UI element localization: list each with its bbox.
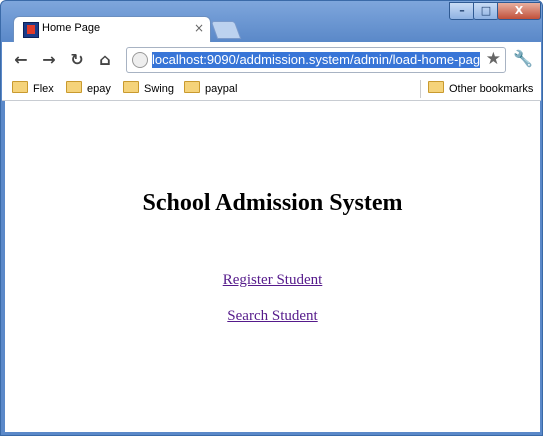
new-tab-button[interactable] (210, 21, 242, 39)
bookmark-paypal[interactable]: paypal (184, 81, 237, 97)
folder-icon (66, 81, 82, 93)
search-student-link[interactable]: Search Student (227, 308, 317, 324)
reload-icon[interactable]: ↻ (66, 49, 88, 71)
register-student-link[interactable]: Register Student (223, 272, 323, 288)
folder-icon (12, 81, 28, 93)
title-bar: – □ X Home Page × (1, 1, 542, 43)
register-student-item: Register Student (5, 272, 540, 289)
other-bookmarks[interactable]: Other bookmarks (428, 81, 533, 97)
bookmarks-divider (420, 80, 421, 98)
maximize-button[interactable]: □ (473, 2, 499, 20)
folder-icon (184, 81, 200, 93)
address-bar[interactable]: localhost:9090/addmission.system/admin/l… (126, 47, 506, 73)
wrench-icon[interactable]: 🔧 (513, 49, 533, 68)
search-student-item: Search Student (5, 308, 540, 325)
tab-title: Home Page (42, 22, 101, 34)
toolbar: ← → ↻ ⌂ localhost:9090/addmission.system… (2, 42, 541, 78)
page-content: School Admission System Register Student… (5, 101, 540, 432)
folder-icon (123, 81, 139, 93)
tab-close-icon[interactable]: × (194, 21, 204, 35)
bookmark-flex[interactable]: Flex (12, 81, 54, 97)
back-icon[interactable]: ← (10, 49, 32, 71)
bookmark-epay[interactable]: epay (66, 81, 111, 97)
home-icon[interactable]: ⌂ (94, 49, 116, 71)
folder-icon (428, 81, 444, 93)
page-title: School Admission System (142, 190, 403, 216)
close-window-button[interactable]: X (497, 2, 541, 20)
tab-home-page[interactable]: Home Page × (13, 16, 211, 43)
close-icon: X (514, 4, 524, 17)
bookmarks-bar: Flex epay Swing paypal Other bookmarks (2, 78, 541, 101)
bookmark-swing[interactable]: Swing (123, 81, 174, 97)
maximize-icon: □ (480, 4, 492, 17)
minimize-icon: – (459, 4, 465, 17)
favicon-icon (23, 22, 39, 38)
globe-icon (132, 52, 148, 68)
minimize-button[interactable]: – (449, 2, 475, 20)
star-icon[interactable]: ★ (486, 49, 501, 69)
forward-icon[interactable]: → (38, 49, 60, 71)
url-text[interactable]: localhost:9090/addmission.system/admin/l… (152, 52, 480, 68)
browser-window: – □ X Home Page × ← → ↻ ⌂ localhost:9090… (0, 0, 543, 436)
